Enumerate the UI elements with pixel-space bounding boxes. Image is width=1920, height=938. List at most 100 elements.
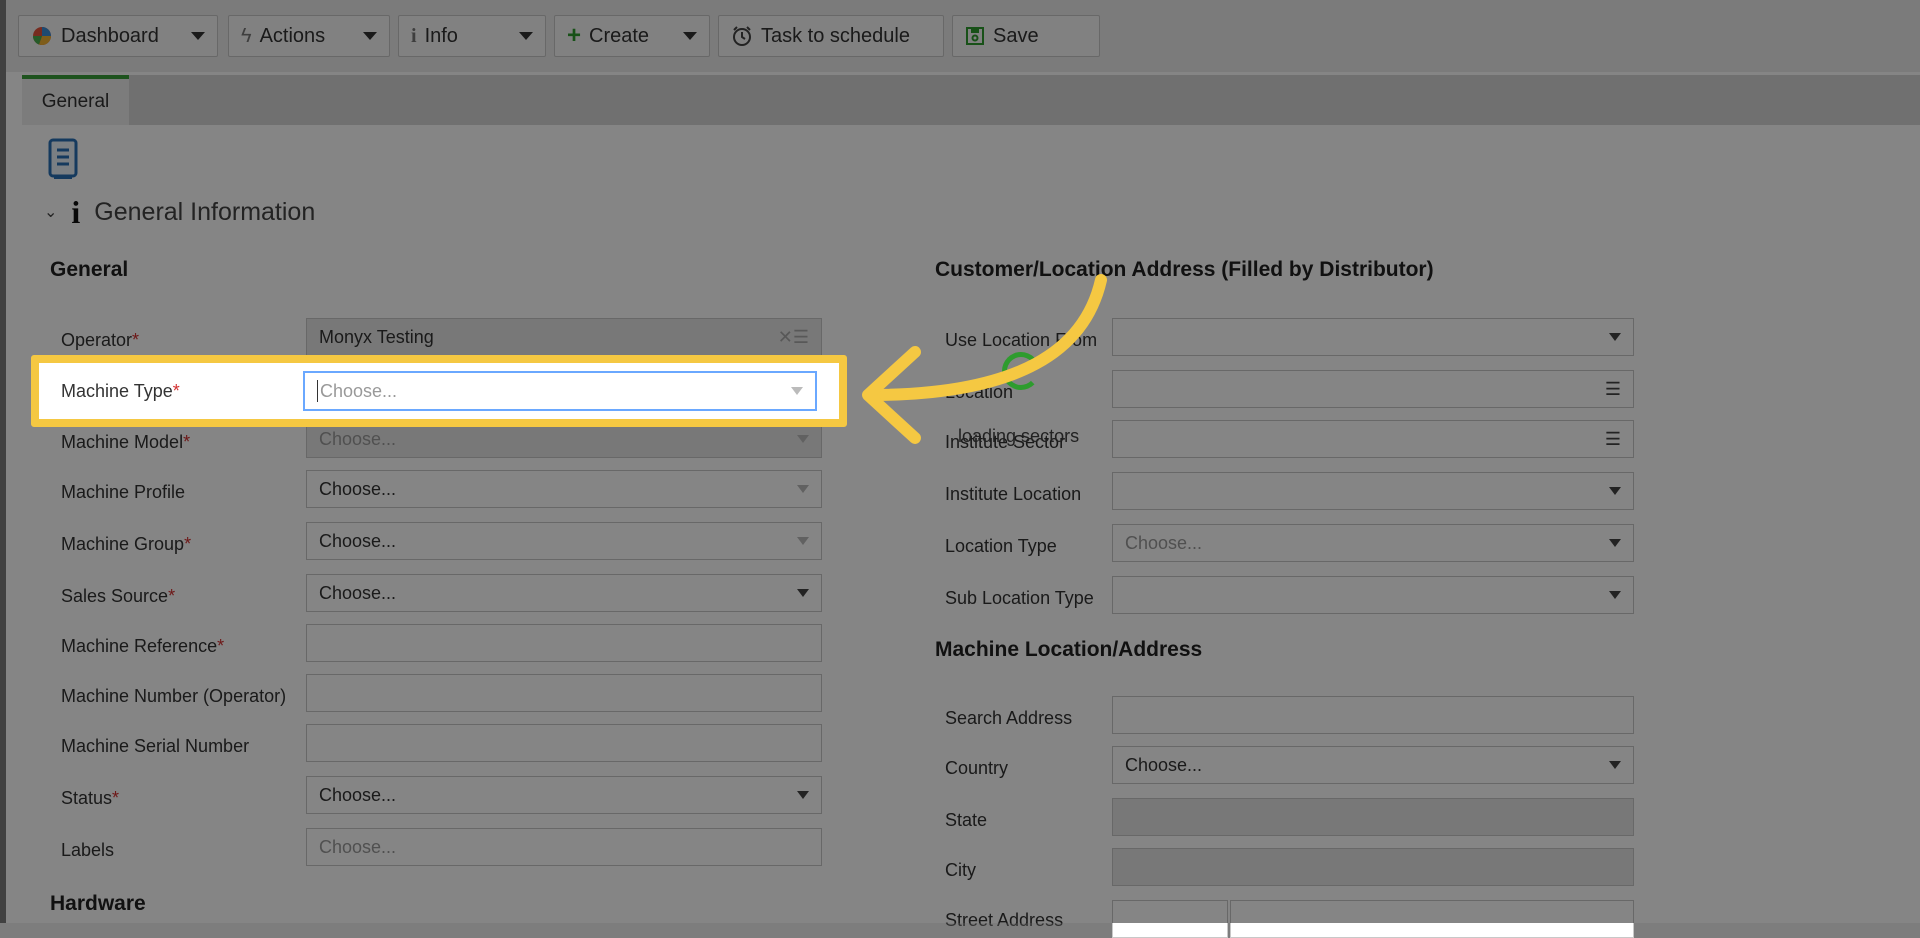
dashboard-button[interactable]: Dashboard (18, 15, 218, 57)
machine-type-placeholder: Choose... (320, 380, 398, 401)
save-button[interactable]: Save (952, 15, 1100, 57)
street-name-input[interactable] (1230, 900, 1634, 938)
dropdown-arrow-icon (797, 485, 809, 493)
operator-label: Operator* (61, 330, 140, 350)
labels-placeholder: Choose... (319, 836, 397, 857)
alarm-clock-icon (733, 26, 751, 46)
institute-sector-select[interactable]: ☰ (1112, 420, 1634, 458)
operator-value: Monyx Testing (319, 326, 434, 347)
machine-group-select[interactable]: Choose... (306, 522, 822, 560)
sales-source-value: Choose... (319, 582, 397, 603)
country-select[interactable]: Choose... (1112, 746, 1634, 784)
machine-serial-input[interactable] (306, 724, 822, 762)
loading-spinner-icon (1002, 352, 1040, 390)
create-label: Create (589, 24, 650, 47)
state-input[interactable] (1112, 798, 1634, 836)
sub-location-type-label: Sub Location Type (945, 588, 1094, 608)
status-select[interactable]: Choose... (306, 776, 822, 814)
machine-location-title: Machine Location/Address (935, 638, 1203, 661)
location-label: Location (945, 382, 1014, 402)
city-input[interactable] (1112, 848, 1634, 886)
machine-number-input[interactable] (306, 674, 822, 712)
labels-input[interactable]: Choose... (306, 828, 822, 866)
dropdown-arrow-icon (791, 387, 803, 395)
machine-type-select[interactable]: Choose... (303, 371, 817, 411)
tab-general-label: General (41, 91, 110, 112)
general-group-title: General (50, 258, 129, 281)
section-header[interactable]: ⌄ i General Information (44, 192, 315, 232)
dropdown-arrow-icon (1609, 487, 1621, 495)
text-cursor (317, 380, 318, 402)
machine-group-value: Choose... (319, 530, 397, 551)
machine-type-label: Machine Type* (61, 381, 180, 401)
tab-bar: General (22, 75, 1920, 125)
info-icon: i (411, 24, 417, 47)
chevron-down-icon (191, 32, 205, 40)
dropdown-arrow-icon (1609, 761, 1621, 769)
loading-sectors-text: loading sectors (958, 426, 1080, 446)
chevron-down-icon[interactable]: ⌄ (44, 202, 57, 222)
machine-model-placeholder: Choose... (319, 428, 397, 449)
plus-icon: + (567, 22, 582, 49)
dashboard-label: Dashboard (61, 24, 159, 47)
location-type-value: Choose... (1125, 532, 1203, 553)
list-icon[interactable]: ☰ (1605, 429, 1621, 450)
pie-chart-icon (32, 27, 52, 46)
institute-location-label: Institute Location (945, 484, 1082, 504)
machine-type-highlight: Machine Type* Choose... (31, 355, 847, 427)
machine-profile-label: Machine Profile (61, 482, 186, 502)
machine-reference-input[interactable] (306, 624, 822, 662)
search-address-label: Search Address (945, 708, 1073, 728)
status-label: Status* (61, 788, 120, 808)
floppy-disk-icon (966, 27, 984, 45)
sub-location-type-select[interactable] (1112, 576, 1634, 614)
task-label: Task to schedule (761, 24, 910, 47)
use-location-from-label: Use Location From (945, 330, 1098, 350)
actions-label: Actions (259, 24, 326, 47)
machine-serial-label: Machine Serial Number (61, 736, 250, 756)
section-title: General Information (94, 197, 316, 226)
info-icon: i (71, 193, 81, 230)
state-label: State (945, 810, 988, 830)
save-label: Save (993, 24, 1039, 47)
machine-group-label: Machine Group* (61, 534, 192, 554)
street-number-input[interactable] (1112, 900, 1228, 938)
create-button[interactable]: + Create (554, 15, 710, 57)
search-address-input[interactable] (1112, 696, 1634, 734)
customer-location-title: Customer/Location Address (Filled by Dis… (935, 258, 1434, 281)
use-location-from-select[interactable] (1112, 318, 1634, 356)
task-to-schedule-button[interactable]: Task to schedule (718, 15, 944, 57)
chevron-down-icon (519, 32, 533, 40)
institute-location-select[interactable] (1112, 472, 1634, 510)
location-type-select[interactable]: Choose... (1112, 524, 1634, 562)
machine-model-label: Machine Model* (61, 432, 191, 452)
document-icon (48, 138, 78, 179)
machine-profile-value: Choose... (319, 478, 397, 499)
info-button[interactable]: i Info (398, 15, 546, 57)
toolbar: Dashboard ϟ Actions i Info + Create Task… (6, 0, 1920, 72)
machine-profile-select[interactable]: Choose... (306, 470, 822, 508)
tab-general[interactable]: General (22, 75, 129, 125)
machine-reference-label: Machine Reference* (61, 636, 225, 656)
chevron-down-icon (363, 32, 377, 40)
country-label: Country (945, 758, 1009, 778)
dropdown-arrow-icon (797, 589, 809, 597)
clear-list-icon[interactable]: ✕☰ (778, 327, 809, 348)
labels-label: Labels (61, 840, 115, 860)
sales-source-select[interactable]: Choose... (306, 574, 822, 612)
sales-source-label: Sales Source* (61, 586, 176, 606)
dropdown-arrow-icon (797, 537, 809, 545)
actions-button[interactable]: ϟ Actions (228, 15, 390, 57)
dropdown-arrow-icon (797, 791, 809, 799)
operator-field[interactable]: Monyx Testing ✕☰ (306, 318, 822, 356)
dropdown-arrow-icon (1609, 591, 1621, 599)
list-icon[interactable]: ☰ (1605, 379, 1621, 400)
dropdown-arrow-icon (1609, 333, 1621, 341)
dropdown-arrow-icon (797, 435, 809, 443)
status-value: Choose... (319, 784, 397, 805)
dropdown-arrow-icon (1609, 539, 1621, 547)
city-label: City (945, 860, 976, 880)
location-select[interactable]: ☰ (1112, 370, 1634, 408)
bolt-icon: ϟ (241, 24, 252, 47)
info-label: Info (424, 24, 458, 47)
